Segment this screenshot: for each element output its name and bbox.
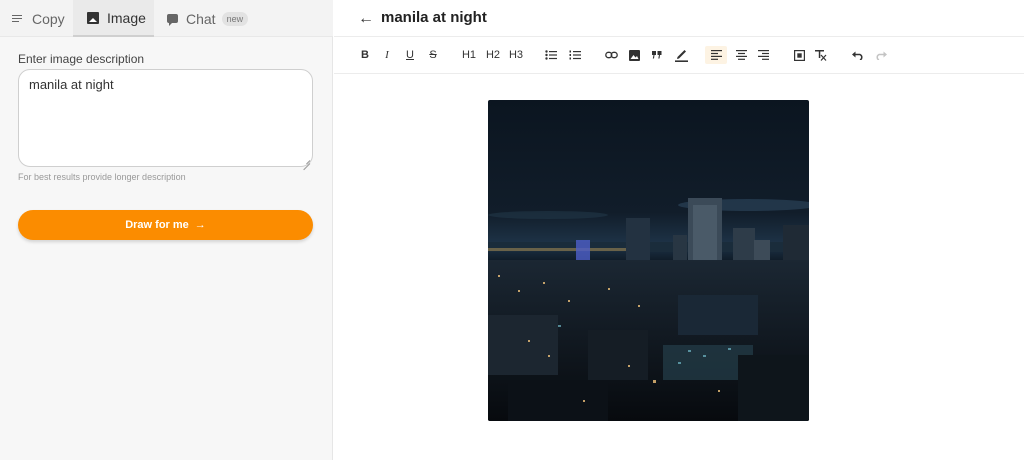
align-right-button[interactable] [756, 46, 770, 64]
align-center-icon [735, 50, 747, 60]
text-lines-icon [12, 13, 24, 25]
redo-icon [876, 51, 887, 60]
embed-button[interactable] [792, 46, 806, 64]
link-icon [604, 51, 618, 59]
strikethrough-button[interactable]: S [426, 46, 440, 64]
tab-image[interactable]: Image [73, 0, 154, 37]
bullet-list-button[interactable] [544, 46, 558, 64]
format-toolbar: B I U S H1 H2 H3 [334, 37, 1024, 74]
tab-copy-label: Copy [32, 10, 65, 27]
numbered-list-icon [569, 50, 581, 60]
resize-handle-icon[interactable] [302, 156, 310, 164]
align-left-button[interactable] [705, 46, 727, 64]
tab-chat-label: Chat [186, 10, 216, 27]
document-title: manila at night [381, 9, 487, 26]
back-arrow-icon[interactable]: ← [358, 10, 374, 28]
bullet-list-icon [545, 50, 557, 60]
clear-format-icon [815, 49, 827, 61]
description-label: Enter image description [18, 52, 145, 66]
underline-button[interactable]: U [403, 46, 417, 64]
heading1-button[interactable]: H1 [460, 46, 478, 64]
undo-button[interactable] [851, 46, 865, 64]
arrow-right-icon: → [194, 219, 206, 231]
highlight-button[interactable] [673, 46, 689, 64]
link-button[interactable] [604, 46, 618, 64]
blockquote-button[interactable] [650, 46, 664, 64]
align-left-icon [710, 50, 722, 60]
highlighter-icon [674, 50, 688, 62]
tab-copy[interactable]: Copy [12, 0, 65, 37]
draw-button[interactable]: Draw for me → [18, 210, 313, 240]
undo-icon [852, 51, 863, 60]
mode-tabs: Copy Image Chat new [0, 0, 333, 37]
insert-image-icon [628, 49, 640, 61]
heading3-button[interactable]: H3 [507, 46, 525, 64]
insert-image-button[interactable] [627, 46, 641, 64]
editor-header: ← manila at night [334, 0, 1024, 37]
redo-button[interactable] [874, 46, 888, 64]
tab-chat[interactable]: Chat new [167, 0, 249, 37]
generated-city-image [488, 100, 809, 421]
new-badge: new [221, 11, 249, 26]
align-center-button[interactable] [734, 46, 748, 64]
clear-format-button[interactable] [814, 46, 828, 64]
left-panel: Copy Image Chat new Enter image descript… [0, 0, 333, 460]
align-right-icon [757, 50, 769, 60]
bold-button[interactable]: B [358, 46, 372, 64]
chat-bubble-icon [167, 14, 178, 26]
embed-frame-icon [793, 49, 805, 61]
tab-image-label: Image [107, 9, 146, 26]
quote-icon [652, 51, 662, 59]
numbered-list-button[interactable] [568, 46, 582, 64]
italic-button[interactable]: I [381, 46, 393, 64]
image-icon [87, 11, 99, 24]
image-description-input[interactable] [18, 69, 313, 167]
description-hint: For best results provide longer descript… [18, 172, 186, 182]
heading2-button[interactable]: H2 [484, 46, 502, 64]
draw-button-label: Draw for me [125, 219, 189, 231]
